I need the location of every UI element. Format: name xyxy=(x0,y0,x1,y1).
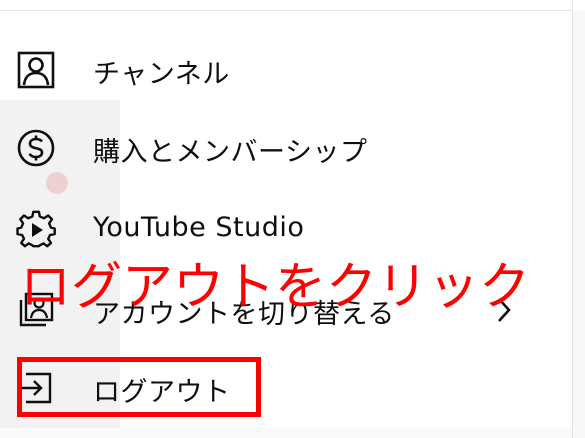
menu-item-label: 購入とメンバーシップ xyxy=(93,137,368,168)
bottom-strip xyxy=(0,428,572,438)
menu-item-label: チャンネル xyxy=(93,59,230,90)
instruction-annotation: ログアウトをクリック xyxy=(20,258,531,317)
top-divider xyxy=(0,10,572,11)
scrollbar-track[interactable] xyxy=(573,11,585,438)
menu-item-channel[interactable]: チャンネル xyxy=(0,30,572,108)
account-menu-screenshot: チャンネル 購入とメンバーシップ YouTube Studio アカウントを切り… xyxy=(0,0,585,438)
menu-item-purchases-memberships[interactable]: 購入とメンバーシップ xyxy=(0,108,572,186)
dollar-circle-icon xyxy=(17,129,55,167)
highlight-box-sign-out xyxy=(17,357,261,417)
menu-item-label: YouTube Studio xyxy=(93,212,305,243)
menu-item-youtube-studio[interactable]: YouTube Studio xyxy=(0,190,572,268)
person-box-icon xyxy=(17,51,55,89)
studio-gear-play-icon xyxy=(16,210,56,248)
